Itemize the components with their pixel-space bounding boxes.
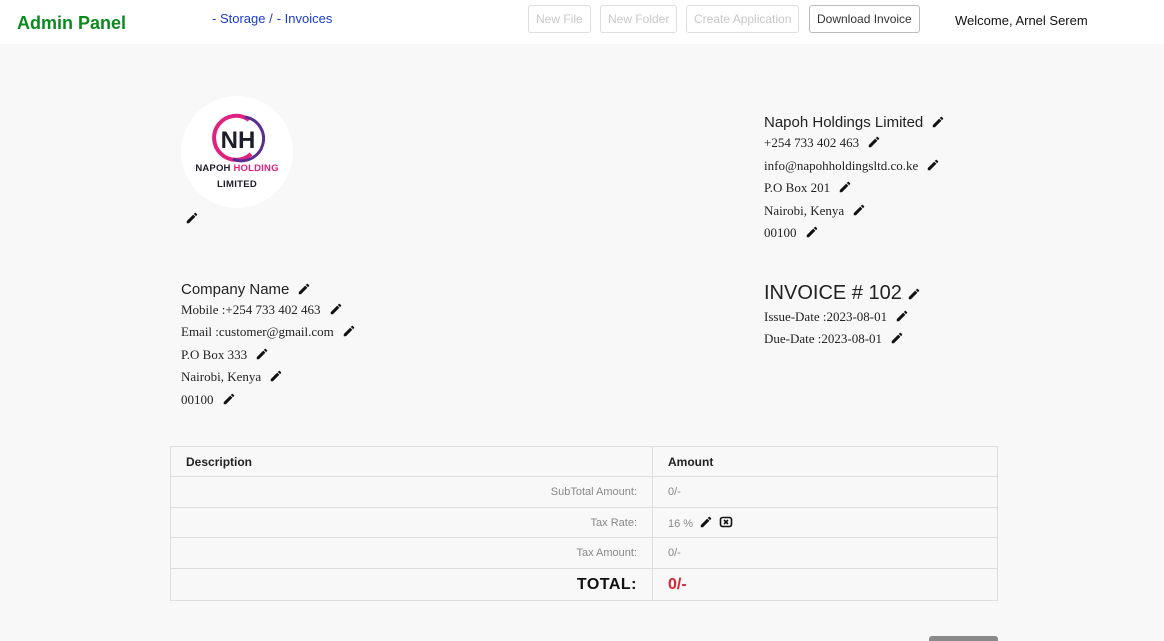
issuer-city: Nairobi, Kenya xyxy=(764,203,845,218)
logo-monogram: NH xyxy=(221,127,256,154)
issue-date: Issue-Date :2023-08-01 xyxy=(764,309,888,324)
breadcrumb-invoices[interactable]: - Invoices xyxy=(277,11,333,26)
edit-issue-date-pencil-icon[interactable] xyxy=(895,309,909,323)
issuer-city-line: Nairobi, Kenya xyxy=(764,203,866,219)
subtotal-value: 0/- xyxy=(652,476,998,508)
edit-issuer-postal-pencil-icon[interactable] xyxy=(805,225,819,239)
total-row: TOTAL: 0/- xyxy=(170,568,998,601)
logo-wordmark: NAPOH HOLDING xyxy=(195,163,279,174)
edit-customer-name-pencil-icon[interactable] xyxy=(297,282,311,296)
edit-customer-email-pencil-icon[interactable] xyxy=(342,324,356,338)
download-invoice-button[interactable]: Download Invoice xyxy=(809,5,920,33)
edit-customer-mobile-pencil-icon[interactable] xyxy=(329,302,343,316)
column-header-amount: Amount xyxy=(652,446,998,477)
subtotal-row: SubTotal Amount: 0/- xyxy=(170,476,998,508)
total-value: 0/- xyxy=(652,568,998,601)
issuer-postal: 00100 xyxy=(764,225,797,240)
column-header-description: Description xyxy=(170,446,653,477)
customer-email-line: Email :customer@gmail.com xyxy=(181,324,356,340)
welcome-message: Welcome, Arnel Serem xyxy=(955,13,1088,28)
edit-logo-pencil-icon[interactable] xyxy=(185,211,199,225)
edit-customer-postal-pencil-icon[interactable] xyxy=(222,392,236,406)
subtotal-label: SubTotal Amount: xyxy=(170,476,653,508)
save-button-partial[interactable] xyxy=(929,636,998,641)
edit-issuer-email-pencil-icon[interactable] xyxy=(926,158,940,172)
breadcrumb-storage[interactable]: - Storage / xyxy=(212,11,273,26)
customer-city: Nairobi, Kenya xyxy=(181,369,262,384)
new-file-button[interactable]: New File xyxy=(528,5,591,33)
tax-rate-row: Tax Rate: 16 % xyxy=(170,507,998,538)
issue-date-line: Issue-Date :2023-08-01 xyxy=(764,309,909,325)
tax-amount-row: Tax Amount: 0/- xyxy=(170,537,998,569)
issuer-name: Napoh Holdings Limited xyxy=(764,114,924,131)
issuer-phone-line: +254 733 402 463 xyxy=(764,135,881,151)
customer-name: Company Name xyxy=(181,281,290,298)
tax-rate-label: Tax Rate: xyxy=(170,507,653,538)
edit-customer-pobox-pencil-icon[interactable] xyxy=(255,347,269,361)
due-date-line: Due-Date :2023-08-01 xyxy=(764,331,904,347)
new-folder-button[interactable]: New Folder xyxy=(600,5,678,33)
customer-mobile-line: Mobile :+254 733 402 463 xyxy=(181,302,343,318)
issuer-pobox: P.O Box 201 xyxy=(764,180,831,195)
customer-pobox-line: P.O Box 333 xyxy=(181,347,269,363)
remove-tax-cancel-icon[interactable] xyxy=(719,515,733,529)
edit-issuer-phone-pencil-icon[interactable] xyxy=(867,135,881,149)
tax-amount-value: 0/- xyxy=(652,537,998,569)
edit-tax-rate-pencil-icon[interactable] xyxy=(699,515,713,529)
issuer-postal-line: 00100 xyxy=(764,225,819,241)
issuer-pobox-line: P.O Box 201 xyxy=(764,180,852,196)
customer-postal: 00100 xyxy=(181,392,214,407)
total-label: TOTAL: xyxy=(170,568,653,601)
customer-city-line: Nairobi, Kenya xyxy=(181,369,283,385)
edit-issuer-city-pencil-icon[interactable] xyxy=(852,203,866,217)
invoice-items-table: Description Amount SubTotal Amount: 0/- … xyxy=(170,446,998,601)
edit-customer-city-pencil-icon[interactable] xyxy=(269,369,283,383)
brand-title[interactable]: Admin Panel xyxy=(17,13,126,34)
tax-rate-value: 16 % xyxy=(668,518,694,530)
logo-subtext: LIMITED xyxy=(216,179,258,190)
invoice-title: INVOICE # 102 xyxy=(764,282,902,304)
due-date: Due-Date :2023-08-01 xyxy=(764,331,883,346)
invoice-title-line: INVOICE # 102 xyxy=(764,282,921,305)
issuer-name-line: Napoh Holdings Limited xyxy=(764,114,945,131)
customer-email: Email :customer@gmail.com xyxy=(181,324,334,339)
customer-pobox: P.O Box 333 xyxy=(181,347,248,362)
table-header-row: Description Amount xyxy=(170,446,998,477)
issuer-email: info@napohholdingsltd.co.ke xyxy=(764,158,919,173)
create-application-button[interactable]: Create Application xyxy=(686,5,800,33)
edit-due-date-pencil-icon[interactable] xyxy=(890,331,904,345)
edit-issuer-name-pencil-icon[interactable] xyxy=(931,115,945,129)
tax-rate-cell: 16 % xyxy=(652,507,998,538)
edit-invoice-number-pencil-icon[interactable] xyxy=(907,287,921,301)
tax-amount-label: Tax Amount: xyxy=(170,537,653,569)
company-logo: NH NAPOH HOLDING LIMITED xyxy=(181,96,293,208)
customer-name-line: Company Name xyxy=(181,281,311,298)
customer-postal-line: 00100 xyxy=(181,392,236,408)
logo-mark-icon: NH xyxy=(212,113,266,163)
edit-issuer-pobox-pencil-icon[interactable] xyxy=(838,180,852,194)
issuer-email-line: info@napohholdingsltd.co.ke xyxy=(764,158,940,174)
top-navbar: Admin Panel - Storage / - Invoices New F… xyxy=(0,0,1164,44)
breadcrumb: - Storage / - Invoices xyxy=(212,11,332,26)
customer-mobile: Mobile :+254 733 402 463 xyxy=(181,302,321,317)
issuer-phone: +254 733 402 463 xyxy=(764,135,860,150)
